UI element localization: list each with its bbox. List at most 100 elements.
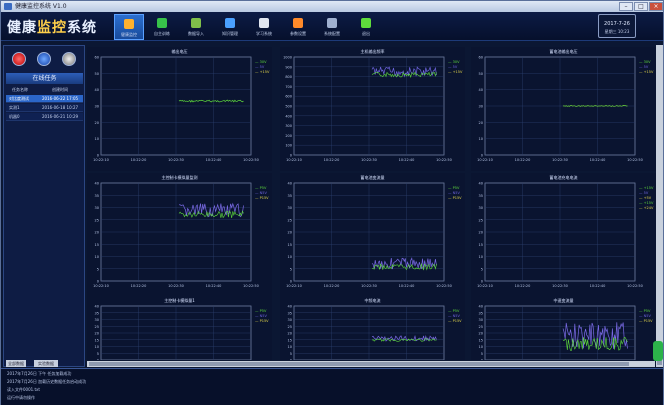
x-tick-label: 10:22:20 xyxy=(515,284,531,288)
y-tick-label: 35 xyxy=(95,311,99,315)
task-row[interactable]: 机器0 2016-06-21 10:29 xyxy=(6,113,83,121)
x-tick-label: 10:22:40 xyxy=(206,284,222,288)
y-tick-label: 15 xyxy=(288,243,292,247)
import-icon xyxy=(189,15,203,29)
toolbar-button-1[interactable]: 自主训练 xyxy=(147,14,177,40)
toolbar-label: 自主训练 xyxy=(154,31,170,36)
legend-item: — +15V xyxy=(639,186,654,190)
y-tick-label: 0 xyxy=(97,359,99,361)
main-window: 健康监控系统 V1.0 – □ × 健康监控系统 健康监控自主训练 数据导入 知识管… xyxy=(0,0,664,405)
y-tick-label: 40 xyxy=(95,182,99,186)
y-tick-label: 25 xyxy=(95,325,99,329)
side-tab[interactable] xyxy=(653,341,663,361)
x-tick-label: 10:22:50 xyxy=(627,158,643,162)
toolbar-label: 参数设置 xyxy=(290,31,306,36)
y-tick-label: 30 xyxy=(479,318,483,322)
legend-item: — +15V xyxy=(448,70,463,74)
y-tick-label: 40 xyxy=(95,305,99,309)
x-tick-label: 10:22:30 xyxy=(361,284,377,288)
minimize-button[interactable]: – xyxy=(619,2,633,11)
y-tick-label: 25 xyxy=(288,325,292,329)
x-tick-label: 10:22:50 xyxy=(243,284,259,288)
toolbar-button-2[interactable]: 数据导入 xyxy=(181,14,211,40)
vertical-scrollbar[interactable] xyxy=(656,45,663,367)
legend-item: — 5V xyxy=(639,191,649,195)
close-button[interactable]: × xyxy=(649,2,663,11)
x-tick-label: 10:22:30 xyxy=(168,158,184,162)
horizontal-scrollbar[interactable] xyxy=(87,361,655,367)
y-tick-label: 30 xyxy=(288,206,292,210)
log-list: 2017年7月26日 下午 任务加载成功 2017年7月26日 加载历史数据任务启… xyxy=(1,371,663,401)
legend-item: — 5V xyxy=(448,65,458,69)
chart-svg: 40 35 30 25 20 15 10 5 010:22:10 10:22:20 10:22:30… xyxy=(477,182,654,289)
x-tick-label: 10:22:10 xyxy=(477,158,493,162)
chart-svg: 40 35 30 25 20 15 10 5 010:22:10 10:22:20 10:22:30… xyxy=(286,182,462,289)
toolbar-button-4[interactable]: 学习系统 xyxy=(249,14,279,40)
y-tick-label: 200 xyxy=(285,134,292,138)
x-tick-label: 10:22:40 xyxy=(590,284,606,288)
x-tick-label: 10:22:40 xyxy=(399,284,415,288)
task-name: 机器0 xyxy=(9,114,20,119)
x-tick-label: 10:22:40 xyxy=(206,158,222,162)
x-tick-label: 10:22:20 xyxy=(324,284,340,288)
scroll-thumb-h[interactable] xyxy=(89,362,629,366)
toolbar-button-6[interactable]: 系统配置 xyxy=(317,14,347,40)
y-tick-label: 600 xyxy=(285,95,292,99)
chart-svg: 40 35 30 25 20 15 10 5 0 — P5V— N5V— P15V xyxy=(95,305,269,361)
title-bar: 健康监控系统 V1.0 – □ × xyxy=(1,1,663,12)
legend-item: — P15V xyxy=(255,319,269,323)
chart-panel: 中速变流量4035302520151050— P5V— N5V— P15V xyxy=(471,296,656,360)
brand-suffix: 系统 xyxy=(67,20,97,36)
toolbar-button-5[interactable]: 参数设置 xyxy=(283,14,313,40)
x-tick-label: 10:22:30 xyxy=(552,158,568,162)
legend-item: — +15V xyxy=(639,70,654,74)
y-tick-label: 20 xyxy=(95,332,99,336)
toolbar-button-0[interactable]: 健康监控 xyxy=(114,14,144,40)
toolbar-button-3[interactable]: 知识管理 xyxy=(215,14,245,40)
y-tick-label: 15 xyxy=(479,338,483,342)
x-tick-label: 10:22:50 xyxy=(436,158,452,162)
chart-svg: 60 50 40 30 20 10 010:22:10 10:22:20 10:22:30 10:… xyxy=(93,56,270,163)
y-tick-label: 0 xyxy=(97,280,99,284)
y-tick-label: 30 xyxy=(95,318,99,322)
y-tick-label: 15 xyxy=(95,243,99,247)
y-tick-label: 800 xyxy=(285,75,292,79)
stop-button[interactable] xyxy=(62,52,76,66)
legend-item: — P15V xyxy=(255,196,269,200)
legend-item: — N5V xyxy=(639,314,651,318)
log-line: 读入文件0001.txt xyxy=(7,387,40,392)
chart-svg: 40 35 30 25 20 15 10 5 0 — P5V— N5V— P15V xyxy=(479,305,653,360)
legend-item: — P15V xyxy=(448,319,462,323)
toolbar-button-7[interactable]: 退出 xyxy=(351,14,381,40)
y-tick-label: 20 xyxy=(95,231,99,235)
y-tick-label: 60 xyxy=(479,56,483,60)
y-tick-label: 25 xyxy=(95,218,99,222)
gears-icon xyxy=(325,15,339,29)
y-tick-label: 0 xyxy=(481,280,483,284)
x-tick-label: 10:22:50 xyxy=(627,284,643,288)
chart-svg: 60 50 40 30 20 10 010:22:10 10:22:20 10:22:30 10:… xyxy=(477,56,654,163)
app-brand: 健康监控系统 xyxy=(7,17,97,37)
all-data-tab[interactable]: 全部数据 xyxy=(6,360,26,367)
y-tick-label: 10 xyxy=(479,345,483,349)
task-row[interactable]: 实测1 2016-06-18 10:27 xyxy=(6,104,83,112)
y-tick-label: 20 xyxy=(95,121,99,125)
experiment-data-tab[interactable]: 实验数据 xyxy=(34,360,58,367)
chart-panel: 蓄电池变流量 40 35 30 25 20 15 10 5 0 10:22:10 10:22:20 10… xyxy=(280,173,465,297)
x-tick-label: 10:22:40 xyxy=(399,158,415,162)
y-tick-label: 60 xyxy=(95,56,99,60)
y-tick-label: 20 xyxy=(479,332,483,336)
y-tick-label: 0 xyxy=(97,154,99,158)
task-row[interactable]: 对比度测试 2016-06-22 17:05 xyxy=(6,95,83,103)
legend-item: — 5V xyxy=(255,65,265,69)
task-time: 2016-06-18 10:27 xyxy=(42,105,79,110)
chart-svg: 1000900800700600500400300200100010:22:10… xyxy=(283,56,463,163)
x-tick-label: 10:22:10 xyxy=(286,284,302,288)
legend-item: — 30V xyxy=(639,60,651,64)
record-button[interactable] xyxy=(12,52,26,66)
maximize-button[interactable]: □ xyxy=(634,2,648,11)
toolbar-label: 系统配置 xyxy=(324,31,340,36)
y-tick-label: 10 xyxy=(288,345,292,349)
play-button[interactable] xyxy=(37,52,51,66)
chart-panel: 蓄电池充电电流 40 35 30 25 20 15 10 5 0 10:22:10 10:22:20 1… xyxy=(471,173,656,297)
